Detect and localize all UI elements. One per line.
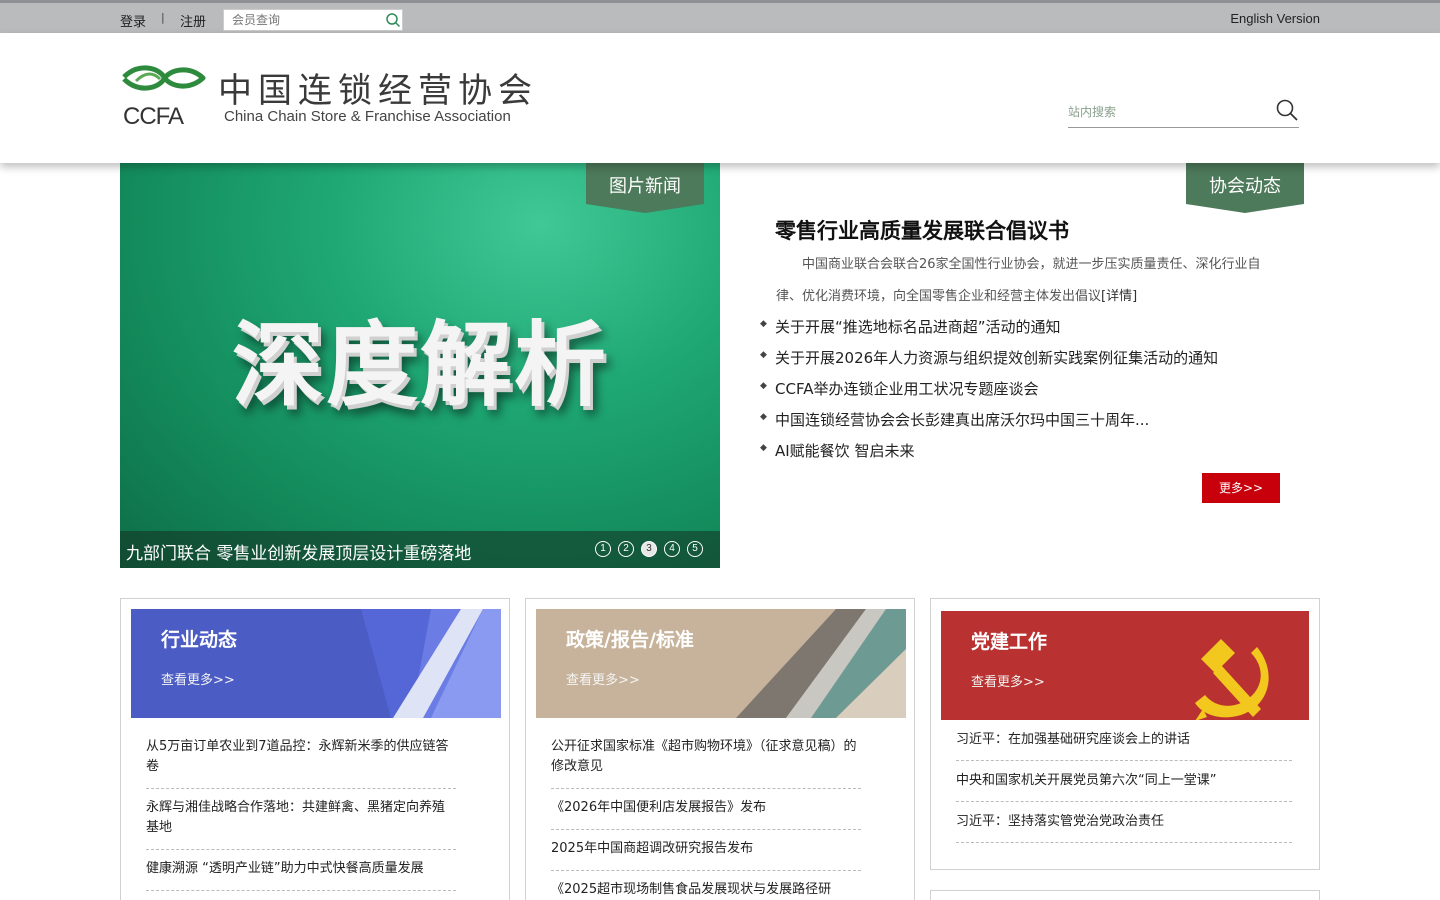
association-news-list: ◆ 关于开展“推选地标名品进商超”活动的通知 ◆ 关于开展2026年人力资源与组织提… — [758, 316, 1218, 471]
slider-dot-4[interactable]: 4 — [664, 541, 680, 557]
list-item[interactable]: 公开征求国家标准《超市购物环境》（征求意见稿）的修改意见 — [551, 737, 861, 789]
party-building-title: 党建工作 — [971, 631, 1048, 653]
member-search-box — [223, 9, 403, 31]
diamond-bullet-icon: ◆ — [760, 319, 767, 329]
logo-english-name: China Chain Store & Franchise Associatio… — [224, 108, 511, 125]
news-item[interactable]: ◆ CCFA举办连锁企业用工状况专题座谈会 — [758, 378, 1218, 409]
topbar-separator: | — [161, 11, 165, 24]
list-item[interactable]: 从5万亩订单农业到7道品控：永辉新米季的供应链答卷 — [146, 737, 456, 789]
industry-news-list: 从5万亩订单农业到7道品控：永辉新米季的供应链答卷 永辉与湘佳战略合作落地：共建… — [146, 737, 456, 900]
list-item[interactable]: 《2026年中国便利店发展报告》发布 — [551, 798, 861, 830]
news-item-text: 中国连锁经营协会会长彭建真出席沃尔玛中国三十周年... — [775, 411, 1150, 429]
policy-reports-more-link[interactable]: 查看更多>> — [566, 669, 640, 688]
news-item[interactable]: ◆ 关于开展2026年人力资源与组织提效创新实践案例征集活动的通知 — [758, 347, 1218, 378]
next-column-panel — [930, 890, 1320, 900]
site-header: CCFA 中国连锁经营协会 China Chain Store & Franch… — [0, 33, 1440, 163]
news-item[interactable]: ◆ 关于开展“推选地标名品进商超”活动的通知 — [758, 316, 1218, 347]
news-item[interactable]: ◆ 中国连锁经营协会会长彭建真出席沃尔玛中国三十周年... — [758, 409, 1218, 440]
list-item[interactable]: 习近平：坚持落实管党治党政治责任 — [956, 812, 1292, 843]
featured-news-summary: 中国商业联合会联合26家全国性行业协会，就进一步压实质量责任、深化行业自律、优化… — [776, 249, 1286, 313]
featured-news-title[interactable]: 零售行业高质量发展联合倡议书 — [775, 215, 1069, 245]
slide-headline: 深度解析 — [231, 312, 608, 419]
featured-news-summary-text: 中国商业联合会联合26家全国性行业协会，就进一步压实质量责任、深化行业自律、优化… — [776, 257, 1261, 304]
register-link[interactable]: 注册 — [180, 11, 206, 30]
featured-news-detail-link[interactable]: [详情] — [1101, 289, 1137, 304]
policy-reports-banner[interactable]: 政策/报告/标准 查看更多>> — [536, 609, 906, 718]
party-building-banner[interactable]: 党建工作 查看更多>> — [941, 611, 1309, 720]
policy-reports-title: 政策/报告/标准 — [566, 629, 694, 651]
party-building-list: 习近平：在加强基础研究座谈会上的讲话 中央和国家机关开展党员第六次“同上一堂课”… — [956, 730, 1292, 853]
association-news-tab: 协会动态 — [1186, 163, 1304, 213]
news-item-text: 关于开展2026年人力资源与组织提效创新实践案例征集活动的通知 — [775, 349, 1219, 367]
industry-news-banner[interactable]: 行业动态 查看更多>> — [131, 609, 501, 718]
news-item-text: CCFA举办连锁企业用工状况专题座谈会 — [775, 380, 1039, 398]
slide-caption[interactable]: 九部门联合 零售业创新发展顶层设计重磅落地 — [126, 539, 471, 564]
list-item[interactable]: 中央和国家机关开展党员第六次“同上一堂课” — [956, 771, 1292, 802]
industry-news-title: 行业动态 — [161, 629, 238, 651]
list-item[interactable]: 2025年中国商超调改研究报告发布 — [551, 839, 861, 871]
photo-news-slider[interactable]: 图片新闻 深度解析 九部门联合 零售业创新发展顶层设计重磅落地 1 2 3 4 … — [120, 163, 720, 568]
news-item[interactable]: ◆ AI赋能餐饮 智启未来 — [758, 440, 1218, 471]
party-building-more-link[interactable]: 查看更多>> — [971, 671, 1045, 690]
login-link[interactable]: 登录 — [120, 11, 146, 30]
association-news: 协会动态 零售行业高质量发展联合倡议书 中国商业联合会联合26家全国性行业协会，… — [740, 163, 1320, 568]
top-bar: 登录 | 注册 English Version — [0, 0, 1440, 33]
site-search-input[interactable] — [1068, 103, 1268, 121]
diamond-bullet-icon: ◆ — [760, 350, 767, 360]
english-version-link[interactable]: English Version — [1230, 11, 1320, 26]
member-search-icon[interactable] — [385, 12, 401, 28]
logo-chinese-name: 中国连锁经营协会 — [218, 71, 538, 111]
industry-news-more-link[interactable]: 查看更多>> — [161, 669, 235, 688]
list-item[interactable]: 《2025超市现场制售食品发展现状与发展路径研 — [551, 880, 861, 900]
slider-pagination: 1 2 3 4 5 — [595, 541, 703, 557]
diamond-bullet-icon: ◆ — [760, 412, 767, 422]
site-search-icon[interactable] — [1275, 98, 1299, 122]
photo-news-tab: 图片新闻 — [586, 163, 704, 213]
list-item[interactable]: 习近平：在加强基础研究座谈会上的讲话 — [956, 730, 1292, 761]
slider-dot-2[interactable]: 2 — [618, 541, 634, 557]
party-building-column: 党建工作 查看更多>> 习近平：在加强基础研究座谈会上的讲话 中央和国家机关开展… — [930, 598, 1320, 870]
policy-reports-list: 公开征求国家标准《超市购物环境》（征求意见稿）的修改意见 《2026年中国便利店… — [551, 737, 861, 900]
industry-news-column: 行业动态 查看更多>> 从5万亩订单农业到7道品控：永辉新米季的供应链答卷 永辉… — [120, 598, 510, 900]
slider-dot-3[interactable]: 3 — [641, 541, 657, 557]
logo-abbr: CCFA — [123, 103, 184, 130]
list-item[interactable]: 健康溯源 “透明产业链”助力中式快餐高质量发展 — [146, 859, 456, 891]
association-more-button[interactable]: 更多>> — [1202, 473, 1280, 503]
diamond-bullet-icon: ◆ — [760, 443, 767, 453]
site-logo[interactable]: CCFA 中国连锁经营协会 China Chain Store & Franch… — [120, 63, 532, 133]
slider-dot-5[interactable]: 5 — [687, 541, 703, 557]
news-item-text: AI赋能餐饮 智启未来 — [775, 442, 915, 460]
site-search — [1068, 93, 1299, 128]
slider-dot-1[interactable]: 1 — [595, 541, 611, 557]
news-item-text: 关于开展“推选地标名品进商超”活动的通知 — [775, 318, 1061, 336]
diamond-bullet-icon: ◆ — [760, 381, 767, 391]
policy-reports-column: 政策/报告/标准 查看更多>> 公开征求国家标准《超市购物环境》（征求意见稿）的… — [525, 598, 915, 900]
member-search-input[interactable] — [232, 12, 382, 28]
slide-caption-bar: 九部门联合 零售业创新发展顶层设计重磅落地 1 2 3 4 5 — [120, 531, 720, 568]
list-item[interactable]: 永辉与湘佳战略合作落地：共建鲜禽、黑猪定向养殖基地 — [146, 798, 456, 850]
